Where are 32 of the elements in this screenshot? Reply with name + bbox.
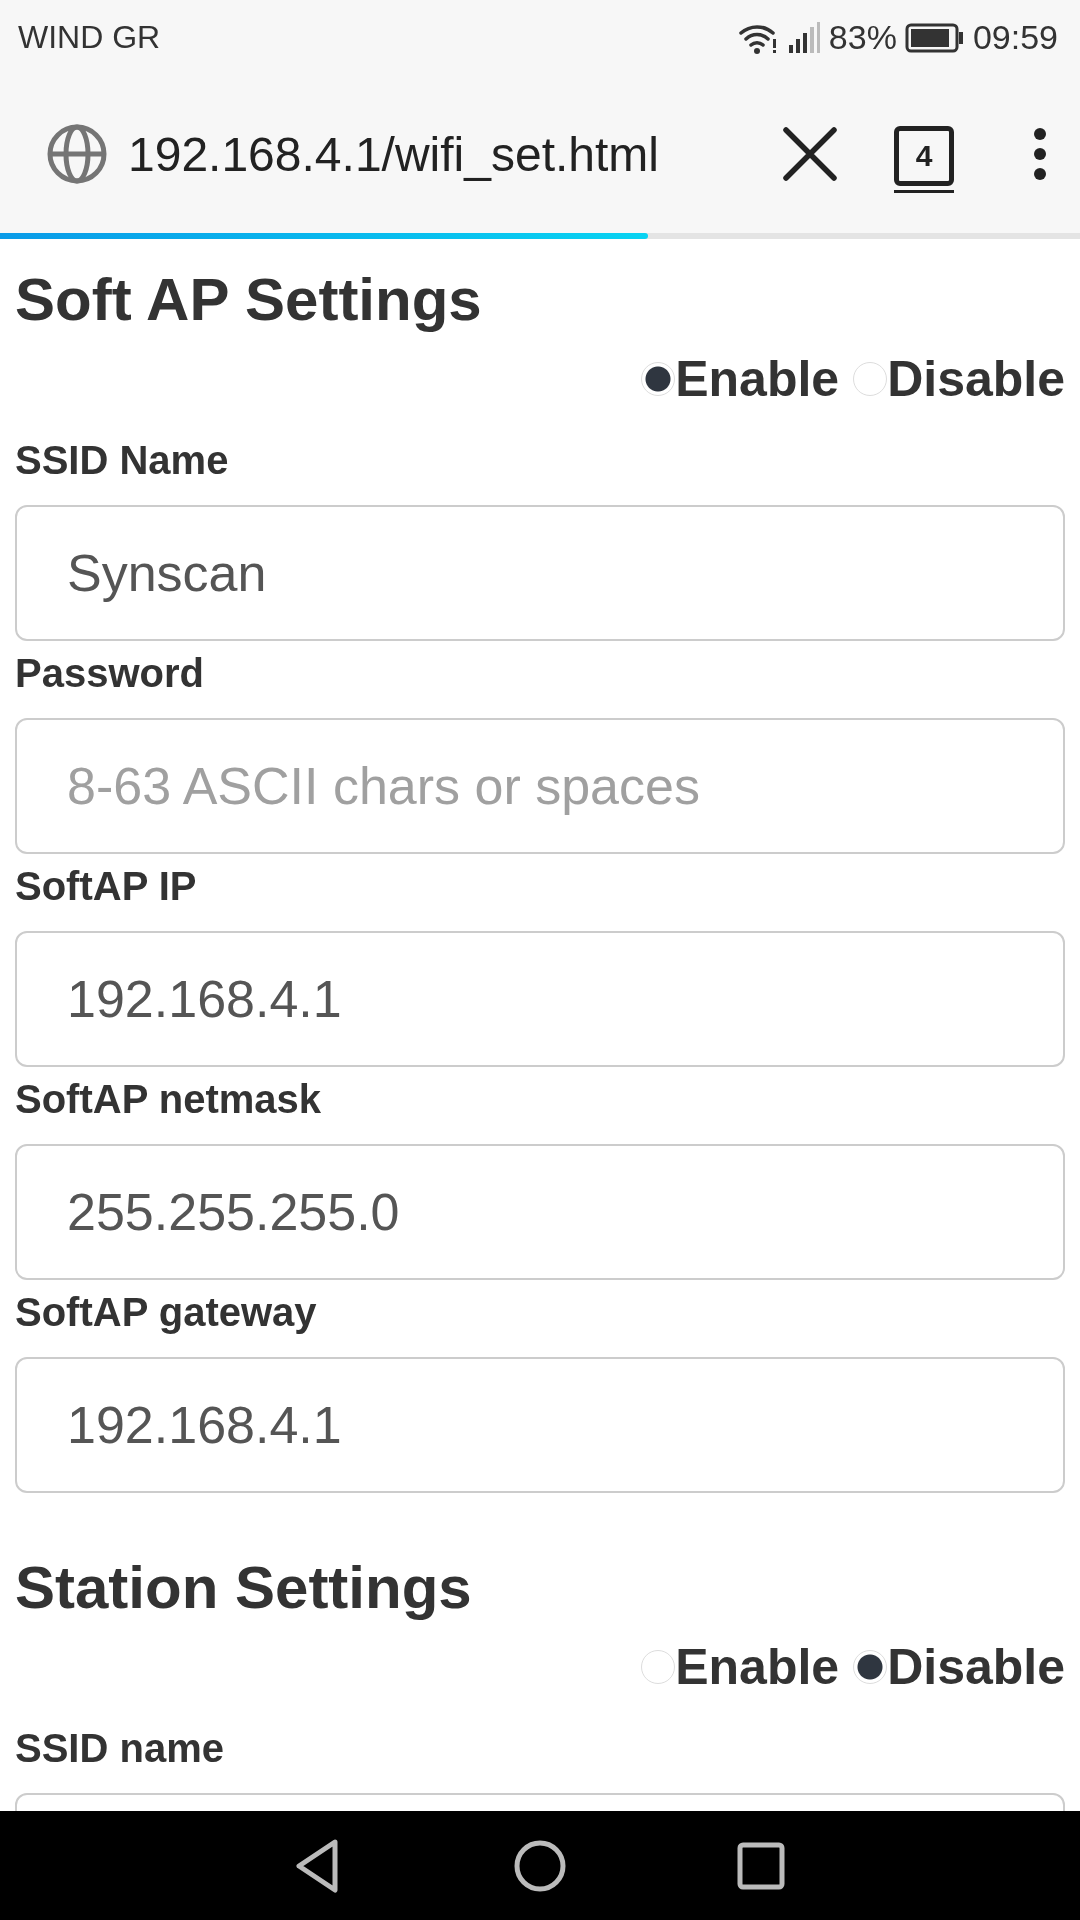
input-field[interactable]: 192.168.4.1	[15, 931, 1065, 1067]
recents-icon[interactable]	[737, 1841, 785, 1890]
field-label: SoftAP gateway	[15, 1290, 318, 1335]
radio-button[interactable]	[641, 362, 676, 396]
home-icon[interactable]	[513, 1838, 567, 1893]
globe-icon	[46, 123, 108, 185]
field-label: SSID name	[15, 1726, 225, 1771]
input-field[interactable]: 8-63 ASCII chars or spaces	[15, 718, 1065, 854]
radio-button[interactable]	[853, 1650, 888, 1684]
close-icon[interactable]	[782, 126, 838, 182]
radio-button[interactable]	[853, 362, 888, 396]
input-field[interactable]: 192.168.4.1	[15, 1357, 1065, 1493]
input-field[interactable]: 255.255.255.0	[15, 1144, 1065, 1280]
radio-button[interactable]	[641, 1650, 676, 1684]
signal-icon	[786, 20, 821, 55]
field-label: SoftAP netmask	[15, 1077, 322, 1122]
radio-label[interactable]: Disable	[887, 350, 1065, 408]
section-heading: Station Settings	[15, 1553, 473, 1622]
url-text[interactable]: 192.168.4.1/wifi_set.html	[128, 126, 659, 182]
menu-icon[interactable]	[1032, 126, 1048, 182]
radio-label[interactable]: Enable	[675, 1638, 840, 1696]
radio-label[interactable]: Disable	[887, 1638, 1065, 1696]
battery-icon	[904, 22, 965, 53]
field-label: SoftAP IP	[15, 864, 198, 909]
clock-time: 09:59	[972, 18, 1058, 57]
carrier-name: WIND GR	[18, 19, 161, 56]
section-heading: Soft AP Settings	[15, 265, 483, 334]
field-label: SSID Name	[15, 438, 230, 483]
input-field[interactable]: Synscan	[15, 505, 1065, 641]
radio-label[interactable]: Enable	[675, 350, 840, 408]
battery-percentage: 83%	[828, 18, 897, 57]
field-label: Password	[15, 651, 205, 696]
